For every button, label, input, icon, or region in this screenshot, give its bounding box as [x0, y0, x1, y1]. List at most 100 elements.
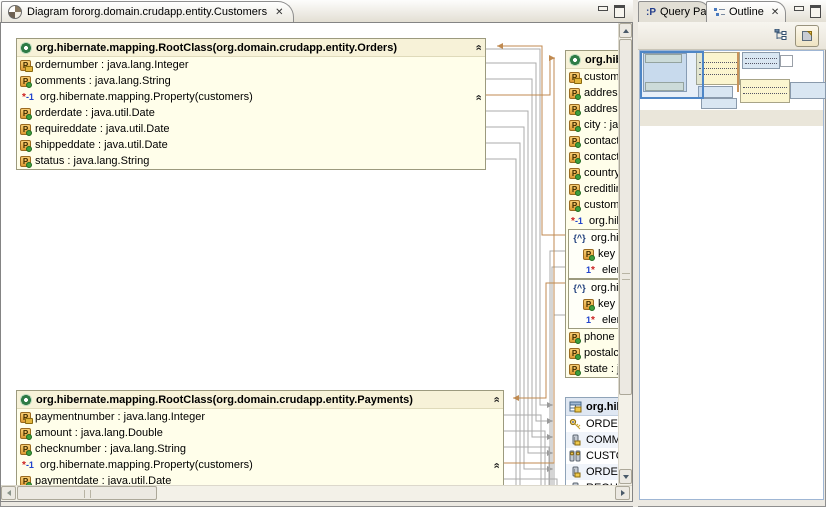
diagram-canvas[interactable]: org.hibernate.mapping.RootClass(org.doma… [1, 23, 618, 485]
editor-tab-diagram[interactable]: Diagram fororg.domain.crudapp.entity.Cus… [1, 1, 294, 22]
collection-subbox[interactable]: {^} org.hibernate.mapping.Bag(orders) Pkey… [568, 229, 618, 279]
maximize-icon [810, 5, 821, 18]
row-label: element [602, 314, 618, 326]
close-icon[interactable]: ✕ [275, 7, 283, 18]
scroll-down-button[interactable] [619, 469, 632, 484]
entity-row[interactable]: COMMENTS [566, 432, 618, 448]
tree-view-button[interactable] [774, 29, 788, 42]
entity-row[interactable]: CUSTOMERNUMBER [566, 448, 618, 464]
collection-subbox[interactable]: {^}org.hibernate.mapping.Bag(payments)Pk… [568, 279, 618, 329]
entity-row[interactable]: Ppaymentnumber : java.lang.Integer [17, 409, 503, 425]
panel-tab-bar: :P Query Pa Outline ✕ [638, 0, 826, 22]
tab-label: Query Pa [660, 6, 706, 18]
entity-row[interactable]: {^}org.hibernate.mapping.Bag(payments) [569, 280, 618, 296]
outline-content[interactable] [639, 50, 824, 500]
entity-row[interactable]: *-1org.hibernate.mapping.Property(custom… [17, 457, 503, 473]
entity-row[interactable]: Pcontactfirstname : java.lang.String [566, 133, 618, 149]
foreign-key-icon [569, 450, 582, 462]
row-label: amount : java.lang.Double [35, 427, 163, 439]
outline-toolbar [638, 22, 826, 50]
entity-header-payments[interactable]: org.hibernate.mapping.RootClass(org.doma… [17, 391, 503, 409]
collapse-icon[interactable]: « [472, 94, 483, 100]
row-label: contactlastname : java.lang.String [584, 151, 618, 163]
entity-row[interactable]: {^} org.hibernate.mapping.Bag(orders) [569, 230, 618, 246]
entity-row[interactable]: Pphone : java.lang.String [566, 329, 618, 345]
property-icon: P [20, 140, 31, 151]
id-property-icon: P [20, 412, 31, 423]
property-icon: P [569, 152, 580, 163]
entity-row[interactable]: Pshippeddate : java.util.Date [17, 137, 485, 153]
tab-query-page[interactable]: :P Query Pa [638, 1, 710, 22]
collection-subrow[interactable]: Pkey [569, 296, 618, 312]
entity-header-customers[interactable]: org.hibernate.mapping.RootClass(org.doma… [566, 51, 618, 69]
scroll-left-button[interactable] [1, 486, 16, 500]
row-label: ordernumber : java.lang.Integer [35, 59, 188, 71]
vertical-scrollbar[interactable] [618, 23, 632, 485]
collection-subrow[interactable]: 1*element [569, 262, 618, 278]
property-icon: P [569, 168, 580, 179]
entity-row[interactable]: Pcustomername : java.lang.String [566, 197, 618, 213]
entity-row[interactable]: ORDERNUMBER [566, 416, 618, 432]
entity-row[interactable]: Pcountry : java.lang.String [566, 165, 618, 181]
table-title: org.hibernate.mapping.Table(ORDERS) [586, 401, 618, 413]
row-label: state : java.lang.String [584, 363, 618, 375]
entity-row[interactable]: *-1org.hibernate.mapping.Property(custom… [17, 89, 485, 105]
property-icon: P [569, 136, 580, 147]
horizontal-scrollbar[interactable] [1, 485, 632, 501]
entity-row[interactable]: *-1org.hibernate.mapping.Property(custom… [566, 213, 618, 229]
scroll-right-button[interactable] [615, 486, 630, 500]
entity-row[interactable]: Pchecknumber : java.lang.String [17, 441, 503, 457]
property-icon: P [569, 200, 580, 211]
entity-row[interactable]: Pamount : java.lang.Double [17, 425, 503, 441]
outline-viewport[interactable] [640, 51, 704, 99]
entity-row[interactable]: Paddressline1 : java.lang.String [566, 85, 618, 101]
collapse-icon[interactable]: « [472, 44, 483, 50]
workbench-window: Diagram fororg.domain.crudapp.entity.Cus… [0, 0, 826, 507]
row-label: org.hibernate.mapping.Bag(orders) [591, 232, 618, 244]
entity-row[interactable]: Pcomments : java.lang.String [17, 73, 485, 89]
table-header[interactable]: org.hibernate.mapping.Table(ORDERS) [566, 398, 618, 416]
maximize-button[interactable] [809, 4, 822, 16]
minimize-button[interactable] [596, 4, 609, 16]
row-label: addressline2 : java.lang.String [584, 103, 618, 115]
minimize-button[interactable] [792, 4, 805, 16]
scroll-up-button[interactable] [619, 23, 632, 38]
collapse-icon[interactable]: « [490, 396, 501, 402]
table-box-orders[interactable]: org.hibernate.mapping.Table(ORDERS) ORDE… [565, 397, 618, 485]
overview-mode-button[interactable] [795, 25, 819, 47]
editor-frame: org.hibernate.mapping.RootClass(org.doma… [0, 22, 633, 502]
entity-header-orders[interactable]: org.hibernate.mapping.RootClass(org.doma… [17, 39, 485, 57]
entity-row[interactable]: Ppostalcode : java.lang.String [566, 345, 618, 361]
horizontal-scroll-thumb[interactable] [17, 486, 157, 500]
entity-row[interactable]: Pcity : java.lang.String [566, 117, 618, 133]
collapse-icon[interactable]: « [490, 462, 501, 468]
entity-row[interactable]: Pcontactlastname : java.lang.String [566, 149, 618, 165]
entity-row[interactable]: Paddressline2 : java.lang.String [566, 101, 618, 117]
collection-icon: {^} [572, 233, 587, 243]
close-icon[interactable]: ✕ [771, 7, 779, 18]
entity-row[interactable]: Pstatus : java.lang.String [17, 153, 485, 169]
collection-subrow[interactable]: 1*element [569, 312, 618, 328]
maximize-button[interactable] [613, 4, 626, 16]
row-label: customername : java.lang.String [584, 199, 618, 211]
entity-row[interactable]: Prequireddate : java.util.Date [17, 121, 485, 137]
property-icon: P [569, 184, 580, 195]
tab-outline[interactable]: Outline ✕ [706, 1, 786, 22]
entity-row[interactable]: Pcustomernumber : java.lang.Integer [566, 69, 618, 85]
entity-row[interactable]: ORDERDATE [566, 464, 618, 480]
entity-box-orders[interactable]: org.hibernate.mapping.RootClass(org.doma… [16, 38, 486, 170]
entity-row[interactable]: Porderdate : java.util.Date [17, 105, 485, 121]
row-label: shippeddate : java.util.Date [35, 139, 168, 151]
entity-box-payments[interactable]: org.hibernate.mapping.RootClass(org.doma… [16, 390, 504, 485]
vertical-scroll-thumb[interactable] [619, 39, 632, 395]
row-label: org.hibernate.mapping.Property(customers… [40, 459, 253, 471]
outline-icon [714, 7, 725, 18]
row-label: contactfirstname : java.lang.String [584, 135, 618, 147]
entity-box-customers[interactable]: org.hibernate.mapping.RootClass(org.doma… [565, 50, 618, 378]
entity-row[interactable]: Pstate : java.lang.String [566, 361, 618, 377]
row-label: ORDERDATE [586, 466, 618, 478]
entity-row[interactable]: Pcreditlimit : java.lang.Double [566, 181, 618, 197]
entity-row[interactable]: Pordernumber : java.lang.Integer [17, 57, 485, 73]
id-property-icon: P [569, 72, 580, 83]
collection-subrow[interactable]: Pkey [569, 246, 618, 262]
